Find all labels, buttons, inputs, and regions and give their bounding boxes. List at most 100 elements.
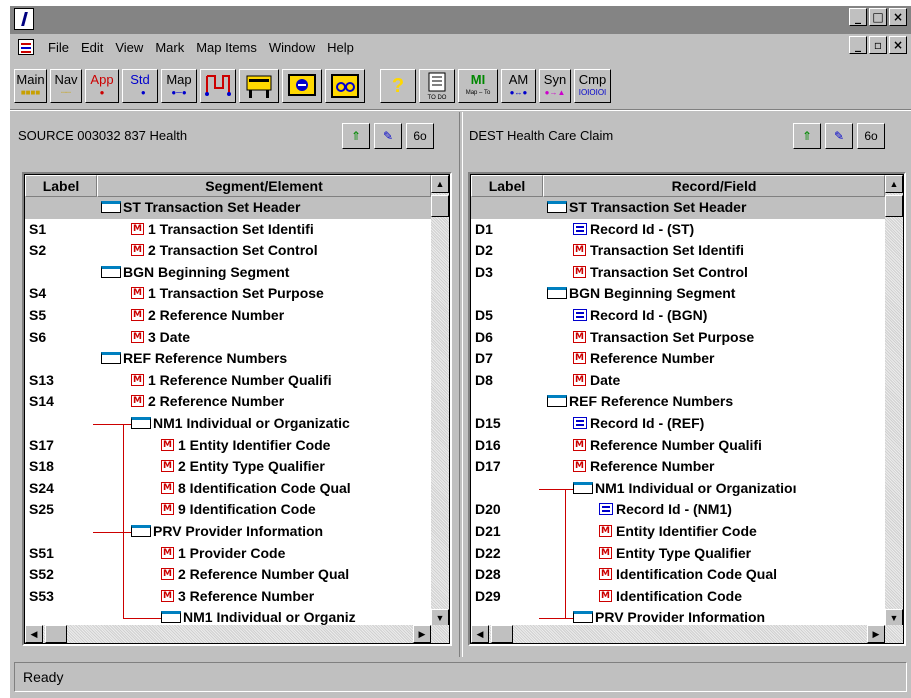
scroll-right-icon[interactable]: ▶ — [867, 625, 885, 643]
edit-note-icon[interactable]: ✎ — [374, 123, 402, 149]
table-row[interactable]: S51 M 1 Provider Code — [25, 543, 431, 565]
scroll-thumb[interactable] — [431, 195, 449, 217]
title-bar[interactable]: _ □ × — [10, 6, 911, 34]
scroll-left-icon[interactable]: ◀ — [471, 625, 489, 643]
table-row[interactable]: S18 M 2 Entity Type Qualifier — [25, 456, 431, 478]
table-row[interactable]: D1 Record Id - (ST) — [471, 219, 885, 241]
row-element: NM1 Individual or Organiz — [161, 609, 356, 625]
menu-help[interactable]: Help — [321, 40, 360, 55]
table-row[interactable]: D7 M Reference Number — [471, 348, 885, 370]
tree-up-icon[interactable]: ⇑ — [793, 123, 821, 149]
pane-splitter[interactable] — [459, 112, 463, 657]
todo-button[interactable]: TO DO — [419, 69, 455, 103]
dest-hscroll[interactable]: ◀ ▶ — [471, 625, 903, 643]
segment-icon — [101, 352, 121, 365]
table-row[interactable]: NM1 Individual or Organizatic — [25, 413, 431, 435]
scroll-thumb[interactable] — [885, 195, 903, 217]
table-row[interactable]: S52 M 2 Reference Number Qual — [25, 564, 431, 586]
close-button[interactable]: × — [889, 8, 907, 26]
table-row[interactable]: S2 M 2 Transaction Set Control — [25, 240, 431, 262]
doc-close-button[interactable]: × — [889, 36, 907, 54]
table-row[interactable]: S4 M 1 Transaction Set Purpose — [25, 283, 431, 305]
source-element-header[interactable]: Segment/Element — [97, 175, 431, 197]
table-row[interactable]: D20 Record Id - (NM1) — [471, 499, 885, 521]
menu-mark[interactable]: Mark — [149, 40, 190, 55]
mandatory-icon: M — [131, 308, 144, 321]
source-vscroll[interactable]: ▲ ▼ — [431, 175, 449, 627]
table-row[interactable]: S1 M 1 Transaction Set Identifi — [25, 219, 431, 241]
table-row[interactable]: D15 Record Id - (REF) — [471, 413, 885, 435]
app-icon[interactable] — [14, 8, 34, 30]
hscroll-thumb[interactable] — [45, 625, 67, 643]
table-row[interactable]: S13 M 1 Reference Number Qualifi — [25, 370, 431, 392]
tree-up-icon[interactable]: ⇑ — [342, 123, 370, 149]
menu-edit[interactable]: Edit — [75, 40, 109, 55]
glasses-icon[interactable]: 6o — [857, 123, 885, 149]
table-row[interactable]: BGN Beginning Segment — [25, 262, 431, 284]
map-links-button[interactable] — [200, 69, 236, 103]
menu-window[interactable]: Window — [263, 40, 321, 55]
help-button[interactable]: ? — [380, 69, 416, 103]
app-button[interactable]: App ● — [85, 69, 119, 103]
table-row[interactable]: D29 M Identification Code — [471, 586, 885, 608]
menu-map-items[interactable]: Map Items — [190, 40, 263, 55]
hscroll-thumb[interactable] — [491, 625, 513, 643]
table-row[interactable]: S5 M 2 Reference Number — [25, 305, 431, 327]
table-row[interactable]: D6 M Transaction Set Purpose — [471, 327, 885, 349]
source-hscroll[interactable]: ◀ ▶ — [25, 625, 449, 643]
source-label-header[interactable]: Label — [25, 175, 97, 197]
doc-restore-button[interactable]: ▫ — [869, 36, 887, 54]
nav-button[interactable]: Nav ┈┈ — [50, 69, 82, 103]
syn-button[interactable]: Syn ●→▲ — [539, 69, 571, 103]
view-button[interactable] — [325, 69, 365, 103]
table-row[interactable]: D3 M Transaction Set Control — [471, 262, 885, 284]
table-row[interactable]: S24 M 8 Identification Code Qual — [25, 478, 431, 500]
scroll-right-icon[interactable]: ▶ — [413, 625, 431, 643]
table-row[interactable]: D21 M Entity Identifier Code — [471, 521, 885, 543]
table-row[interactable]: NM1 Individual or Organizatioı — [471, 478, 885, 500]
scroll-left-icon[interactable]: ◀ — [25, 625, 43, 643]
table-row[interactable]: S25 M 9 Identification Code — [25, 499, 431, 521]
table-row[interactable]: S53 M 3 Reference Number — [25, 586, 431, 608]
table-row[interactable]: S6 M 3 Date — [25, 327, 431, 349]
document-icon[interactable] — [18, 39, 34, 55]
table-row[interactable]: D28 M Identification Code Qual — [471, 564, 885, 586]
table-row[interactable]: S14 M 2 Reference Number — [25, 391, 431, 413]
minimize-button[interactable]: _ — [849, 8, 867, 26]
main-button[interactable]: Main ■■■■ — [14, 69, 47, 103]
table-row[interactable]: D16 M Reference Number Qualifi — [471, 435, 885, 457]
table-row[interactable]: D17 M Reference Number — [471, 456, 885, 478]
row-text: 1 Reference Number Qualifi — [148, 371, 332, 388]
scroll-up-icon[interactable]: ▲ — [431, 175, 449, 193]
compare-button[interactable] — [282, 69, 322, 103]
table-row[interactable]: BGN Beginning Segment — [471, 283, 885, 305]
table-row[interactable]: S17 M 1 Entity Identifier Code — [25, 435, 431, 457]
table-row[interactable]: D5 Record Id - (BGN) — [471, 305, 885, 327]
row-text: Date — [590, 371, 621, 388]
table-row[interactable]: ST Transaction Set Header — [471, 197, 885, 219]
table-row[interactable]: D8 M Date — [471, 370, 885, 392]
maximize-button[interactable]: □ — [869, 8, 887, 26]
mandatory-icon: M — [599, 568, 612, 581]
menu-file[interactable]: File — [42, 40, 75, 55]
dest-label-header[interactable]: Label — [471, 175, 543, 197]
edit-note-icon[interactable]: ✎ — [825, 123, 853, 149]
table-row[interactable]: REF Reference Numbers — [25, 348, 431, 370]
glasses-icon[interactable]: 6o — [406, 123, 434, 149]
table-row[interactable]: D2 M Transaction Set Identifi — [471, 240, 885, 262]
mi-button[interactable]: MI Map – To — [458, 69, 498, 103]
table-row[interactable]: ST Transaction Set Header — [25, 197, 431, 219]
workbench-button[interactable] — [239, 69, 279, 103]
scroll-up-icon[interactable]: ▲ — [885, 175, 903, 193]
table-row[interactable]: PRV Provider Information — [25, 521, 431, 543]
dest-vscroll[interactable]: ▲ ▼ — [885, 175, 903, 627]
cmp-button[interactable]: Cmp IOIOIOI — [574, 69, 611, 103]
table-row[interactable]: D22 M Entity Type Qualifier — [471, 543, 885, 565]
doc-minimize-button[interactable]: _ — [849, 36, 867, 54]
menu-view[interactable]: View — [109, 40, 149, 55]
std-button[interactable]: Std ● — [122, 69, 158, 103]
map-button[interactable]: Map ●─● — [161, 69, 197, 103]
dest-field-header[interactable]: Record/Field — [543, 175, 885, 197]
am-button[interactable]: AM ●↔● — [501, 69, 536, 103]
table-row[interactable]: REF Reference Numbers — [471, 391, 885, 413]
